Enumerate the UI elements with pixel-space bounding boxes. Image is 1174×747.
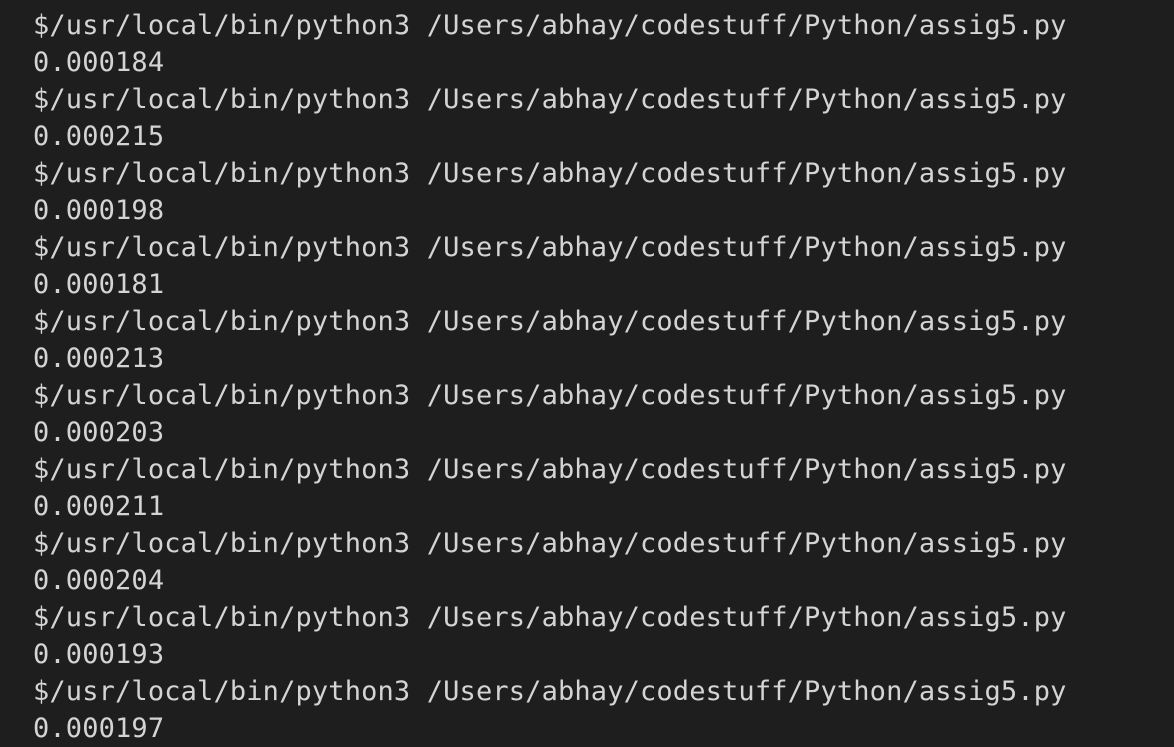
output-line: 0.000181 [33,269,165,300]
command-line: $/usr/local/bin/python3 /Users/abhay/cod… [33,380,1067,411]
output-line: 0.000198 [33,195,165,226]
command-line: $/usr/local/bin/python3 /Users/abhay/cod… [33,10,1067,41]
output-line: 0.000215 [33,121,165,152]
terminal-output[interactable]: $/usr/local/bin/python3 /Users/abhay/cod… [0,0,1174,746]
command-line: $/usr/local/bin/python3 /Users/abhay/cod… [33,232,1067,263]
output-line: 0.000213 [33,343,165,374]
command-line: $/usr/local/bin/python3 /Users/abhay/cod… [33,528,1067,559]
output-line: 0.000193 [33,639,165,670]
command-line: $/usr/local/bin/python3 /Users/abhay/cod… [33,454,1067,485]
output-line: 0.000204 [33,565,165,596]
command-line: $/usr/local/bin/python3 /Users/abhay/cod… [33,306,1067,337]
command-line: $/usr/local/bin/python3 /Users/abhay/cod… [33,676,1067,707]
command-line: $/usr/local/bin/python3 /Users/abhay/cod… [33,84,1067,115]
command-line: $/usr/local/bin/python3 /Users/abhay/cod… [33,158,1067,189]
output-line: 0.000197 [33,713,165,744]
command-line: $/usr/local/bin/python3 /Users/abhay/cod… [33,602,1067,633]
output-line: 0.000211 [33,491,165,522]
output-line: 0.000203 [33,417,165,448]
output-line: 0.000184 [33,47,165,78]
